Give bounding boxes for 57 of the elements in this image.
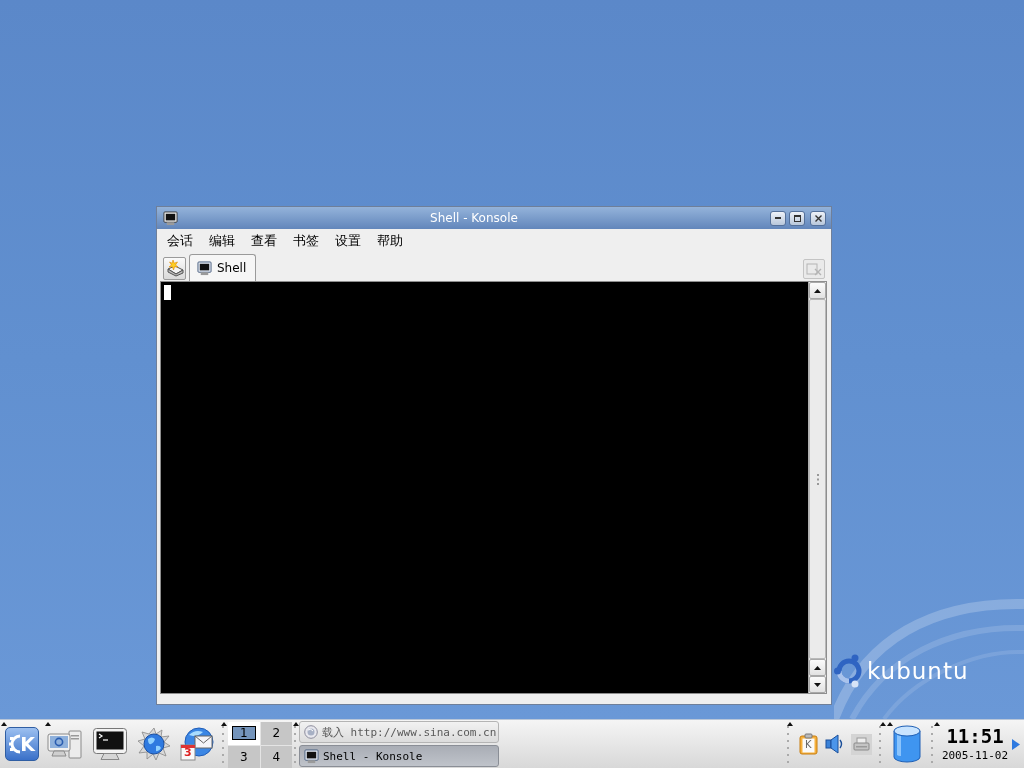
close-tab-icon — [806, 262, 822, 276]
up-arrow-icon — [814, 288, 821, 293]
cylinder-icon[interactable] — [892, 725, 922, 763]
close-icon — [814, 214, 822, 222]
monitor-icon[interactable] — [163, 210, 178, 226]
drag-handle[interactable] — [222, 724, 225, 764]
scroll-up-button[interactable] — [809, 282, 826, 299]
triangle-icon[interactable] — [293, 722, 299, 726]
right-arrow-icon[interactable] — [1012, 738, 1020, 750]
window-title: Shell - Konsole — [429, 212, 519, 224]
menu-item[interactable]: 查看 — [243, 230, 285, 251]
monitor-icon — [197, 260, 212, 276]
maximize-icon — [793, 214, 801, 222]
gear-icon — [9, 734, 21, 754]
up-arrow-icon — [814, 665, 821, 670]
drag-handle[interactable] — [931, 724, 934, 764]
drag-handle[interactable] — [879, 724, 882, 764]
down-arrow-icon — [814, 682, 821, 687]
pager-cell[interactable]: 1 — [228, 722, 260, 745]
drag-handle[interactable] — [787, 724, 790, 764]
minimize-button[interactable] — [770, 210, 786, 226]
triangle-icon[interactable] — [934, 722, 940, 726]
pager-cell[interactable]: 2 — [260, 722, 292, 745]
grip-icon — [816, 473, 819, 485]
scroll-up-button[interactable] — [809, 659, 826, 676]
maximize-button[interactable] — [789, 210, 805, 226]
triangle-icon[interactable] — [1, 722, 7, 726]
new-tab-button[interactable] — [163, 257, 186, 280]
gear-ring-icon — [834, 654, 864, 688]
logo-text: kubuntu — [867, 659, 969, 683]
menu-item[interactable]: 编辑 — [201, 230, 243, 251]
text-cursor — [164, 285, 171, 300]
clipboard-icon[interactable]: K — [799, 733, 818, 755]
triangle-icon[interactable] — [45, 722, 51, 726]
triangle-icon[interactable] — [221, 722, 227, 726]
clock-date[interactable]: 2005-11-02 — [941, 748, 1009, 764]
globe-icon — [304, 725, 318, 739]
monitor-icon — [304, 748, 319, 764]
menu-item[interactable]: 设置 — [327, 230, 369, 251]
speaker-icon[interactable] — [825, 734, 844, 754]
pager-cell[interactable]: 3 — [228, 745, 260, 768]
task-button[interactable]: 载入 http://www.sina.com.cn — [299, 721, 499, 743]
close-button[interactable] — [810, 210, 826, 226]
pager-cell[interactable]: 4 — [260, 745, 292, 768]
tab[interactable]: Shell — [189, 254, 256, 281]
scroll-down-button[interactable] — [809, 676, 826, 693]
sparkle-window-icon — [165, 260, 184, 277]
globe-icon[interactable] — [136, 726, 172, 762]
clock-time[interactable]: 11:51 — [946, 724, 1004, 748]
menu-item[interactable]: 书签 — [285, 230, 327, 251]
minimize-icon — [775, 217, 781, 219]
triangle-icon[interactable] — [787, 722, 793, 726]
menu-item[interactable]: 会话 — [159, 230, 201, 251]
menu-item[interactable]: 帮助 — [369, 230, 411, 251]
task-button[interactable]: Shell - Konsole — [299, 745, 499, 767]
terminal-icon[interactable] — [92, 726, 128, 762]
drag-handle[interactable] — [294, 724, 297, 764]
